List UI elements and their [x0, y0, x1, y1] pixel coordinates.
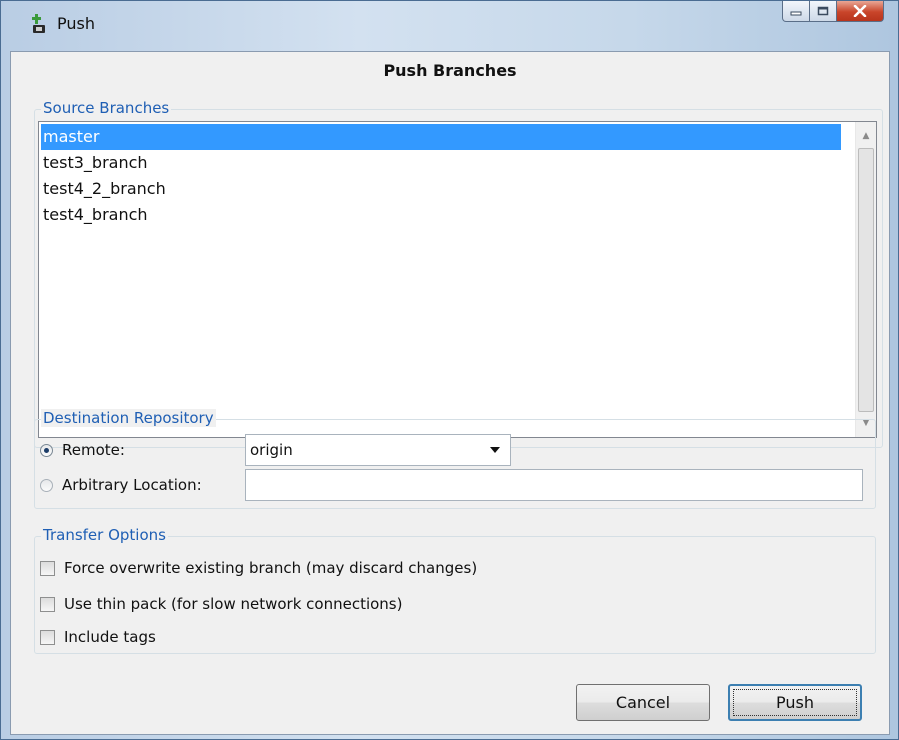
cancel-button[interactable]: Cancel	[576, 684, 710, 721]
maximize-icon	[817, 6, 829, 16]
arbitrary-location-label: Arbitrary Location:	[62, 476, 202, 494]
source-branches-list[interactable]: master test3_branch test4_2_branch test4…	[38, 121, 877, 438]
close-button[interactable]	[837, 1, 884, 22]
minimize-icon	[790, 11, 802, 16]
maximize-button[interactable]	[810, 1, 837, 22]
list-item[interactable]: test3_branch	[41, 150, 841, 176]
push-window: Push Push Branches Source Branches maste…	[0, 0, 899, 740]
radio-selected-dot	[44, 447, 49, 453]
force-overwrite-option[interactable]: Force overwrite existing branch (may dis…	[40, 559, 477, 577]
dialog-heading: Push Branches	[383, 61, 517, 80]
window-controls	[782, 1, 884, 22]
scroll-up-icon[interactable]: ▲	[856, 126, 876, 146]
close-icon	[853, 5, 867, 17]
transfer-options-label: Transfer Options	[41, 526, 168, 544]
list-item[interactable]: test4_2_branch	[41, 176, 841, 202]
git-push-app-icon	[32, 14, 45, 33]
force-overwrite-label: Force overwrite existing branch (may dis…	[64, 559, 478, 577]
force-overwrite-checkbox[interactable]	[40, 560, 55, 576]
thin-pack-checkbox[interactable]	[40, 596, 55, 612]
arbitrary-radio-row[interactable]: Arbitrary Location:	[40, 476, 202, 494]
include-tags-label: Include tags	[64, 628, 156, 646]
arbitrary-location-input[interactable]	[245, 469, 863, 501]
include-tags-option[interactable]: Include tags	[40, 628, 156, 646]
list-item[interactable]: test4_branch	[41, 202, 841, 228]
window-title: Push	[57, 14, 95, 33]
arbitrary-location-radio[interactable]	[40, 478, 53, 492]
destination-repository-label: Destination Repository	[41, 409, 216, 427]
remote-radio-row[interactable]: Remote:	[40, 441, 125, 459]
focus-ring	[733, 689, 857, 716]
include-tags-checkbox[interactable]	[40, 629, 55, 645]
list-scrollbar[interactable]: ▲ ▼	[855, 122, 876, 437]
cancel-button-label: Cancel	[615, 693, 671, 712]
title-bar[interactable]: Push	[1, 1, 898, 51]
minimize-button[interactable]	[782, 1, 810, 22]
source-branches-label: Source Branches	[41, 99, 172, 117]
thin-pack-option[interactable]: Use thin pack (for slow network connecti…	[40, 595, 402, 613]
remote-label: Remote:	[62, 441, 125, 459]
thin-pack-label: Use thin pack (for slow network connecti…	[64, 595, 403, 613]
remote-select[interactable]: origin	[245, 434, 511, 466]
scroll-thumb[interactable]	[858, 148, 874, 412]
list-item[interactable]: master	[41, 124, 841, 150]
remote-radio[interactable]	[40, 443, 53, 457]
push-button[interactable]: Push	[728, 684, 862, 721]
remote-select-value: origin	[250, 441, 293, 459]
chevron-down-icon[interactable]	[490, 447, 500, 453]
dialog-body: Push Branches Source Branches master tes…	[10, 51, 890, 735]
